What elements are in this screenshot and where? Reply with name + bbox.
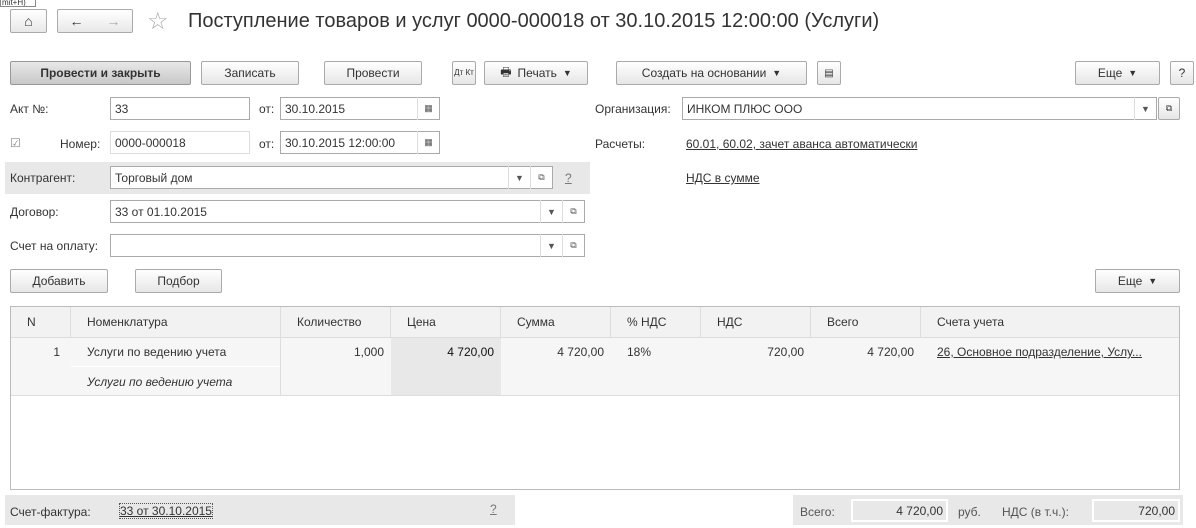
total-label: Всего: [800,505,835,519]
more-label: Еще [1097,66,1123,80]
cell-accounts: 26, Основное подразделение, Услу... [921,338,1179,395]
col-vat[interactable]: НДС [701,307,811,337]
calendar-icon[interactable]: ▦ [417,97,439,120]
act-number-label: Акт №: [10,102,49,116]
open-icon[interactable]: ⧉ [562,234,584,257]
table-more-button[interactable]: Еще ▼ [1095,269,1180,293]
act-date-value: 30.10.2015 [285,101,346,116]
invoice-help[interactable]: ? [490,502,497,516]
item-name: Услуги по ведению учета [87,345,227,359]
cell-price[interactable]: 4 720,00 [391,338,501,395]
contract-label: Договор: [10,205,59,219]
dropdown-arrow-icon[interactable]: ▼ [540,234,562,257]
number-date-input[interactable]: 30.10.2015 12:00:00 ▦ [280,131,440,154]
add-button[interactable]: Добавить [10,269,108,293]
cell-sum: 4 720,00 [557,345,604,359]
print-label: Печать [517,66,557,80]
cell-item: Услуги по ведению учета Услуги по ведени… [71,338,281,395]
home-button[interactable]: ⌂ [10,9,47,33]
report-button[interactable]: ▤ [817,61,841,85]
invoice-for-payment-label: Счет на оплату: [10,239,99,253]
document-check-icon: ☑ [10,136,21,150]
col-qty[interactable]: Количество [281,307,391,337]
counterparty-label: Контрагент: [10,171,76,185]
act-date-label: от: [259,102,275,116]
col-total[interactable]: Всего [811,307,921,337]
print-button[interactable]: 🖶 Печать ▼ [484,61,588,85]
settlements-label: Расчеты: [595,137,646,151]
col-n[interactable]: N [11,307,71,337]
organization-open-button[interactable]: ⧉ [1158,97,1180,120]
col-sum[interactable]: Сумма [501,307,611,337]
pick-button[interactable]: Подбор [135,269,222,293]
accounts-link[interactable]: 26, Основное подразделение, Услу... [937,345,1142,359]
organization-value: ИНКОМ ПЛЮС ООО [687,101,803,116]
open-icon: ⧉ [1165,103,1173,113]
invoice-for-payment-input[interactable]: ▼ ⧉ [110,234,585,257]
number-date-label: от: [259,137,275,151]
cell-total: 4 720,00 [867,345,914,359]
vat-total-value: 720,00 [1092,499,1180,522]
col-vat-rate[interactable]: % НДС [611,307,701,337]
settlements-link[interactable]: 60.01, 60.02, зачет аванса автоматически [686,137,917,151]
post-button[interactable]: Провести [324,61,422,85]
calendar-icon[interactable]: ▦ [417,131,439,154]
vat-link[interactable]: НДС в сумме [686,171,760,185]
dropdown-arrow-icon: ▼ [1148,276,1158,286]
printer-icon: 🖶 [500,64,512,79]
invoice-link[interactable]: 33 от 30.10.2015 [119,503,213,519]
dropdown-arrow-icon[interactable]: ▼ [1134,97,1156,120]
tooltip-fragment: mit+H) [0,0,36,7]
goods-table: N Номенклатура Количество Цена Сумма % Н… [10,306,1180,490]
post-and-close-button[interactable]: Провести и закрыть [10,61,191,85]
open-icon[interactable]: ⧉ [562,200,584,223]
nav-buttons: ← → [57,9,133,33]
create-based-on-button[interactable]: Создать на основании ▼ [616,61,807,85]
invoice-label: Счет-фактура: [10,505,91,519]
document-icon: ▤ [824,67,834,79]
number-date-value: 30.10.2015 12:00:00 [285,135,396,150]
cell-vat-rate: 18% [627,345,652,359]
favorite-star-icon[interactable]: ☆ [147,7,169,36]
col-price[interactable]: Цена [391,307,501,337]
forward-arrow-icon[interactable]: → [107,13,121,29]
contract-input[interactable]: 33 от 01.10.2015 ▼ ⧉ [110,200,585,223]
counterparty-value: Торговый дом [115,170,193,185]
home-icon: ⌂ [24,13,33,29]
dt-kt-button[interactable]: Дт Кт [452,61,476,85]
counterparty-input[interactable]: Торговый дом ▼ ⧉ [110,166,553,189]
counterparty-help[interactable]: ? [565,171,572,185]
act-date-input[interactable]: 30.10.2015 ▦ [280,97,440,120]
open-icon[interactable]: ⧉ [530,166,552,189]
number-input[interactable]: 0000-000018 [110,131,250,154]
item-description: Услуги по ведению учета [71,366,280,389]
cell-qty: 1,000 [353,345,384,359]
currency-label: руб. [958,505,981,519]
dropdown-arrow-icon[interactable]: ▼ [508,166,530,189]
dropdown-arrow-icon: ▼ [772,68,782,78]
contract-value: 33 от 01.10.2015 [115,204,207,219]
back-arrow-icon[interactable]: ← [70,13,84,29]
dropdown-arrow-icon: ▼ [1128,68,1138,78]
help-button[interactable]: ? [1170,61,1194,85]
organization-label: Организация: [595,102,671,116]
save-button[interactable]: Записать [201,61,299,85]
cell-vat: 720,00 [767,345,804,359]
more-button[interactable]: Еще ▼ [1075,61,1160,85]
col-accounts[interactable]: Счета учета [921,307,1179,337]
cell-n: 1 [53,345,60,359]
table-header: N Номенклатура Количество Цена Сумма % Н… [11,307,1179,338]
table-more-label: Еще [1117,274,1143,288]
create-based-label: Создать на основании [641,66,767,80]
page-title: Поступление товаров и услуг 0000-000018 … [188,10,880,32]
dropdown-arrow-icon: ▼ [562,68,572,78]
organization-input[interactable]: ИНКОМ ПЛЮС ООО ▼ [682,97,1157,120]
number-label: Номер: [60,137,101,151]
total-value: 4 720,00 [851,499,948,522]
table-row[interactable]: 1 Услуги по ведению учета Услуги по веде… [11,338,1179,396]
dropdown-arrow-icon[interactable]: ▼ [540,200,562,223]
col-item[interactable]: Номенклатура [71,307,281,337]
act-number-input[interactable]: 33 [110,97,250,120]
vat-total-label: НДС (в т.ч.): [1002,505,1069,519]
